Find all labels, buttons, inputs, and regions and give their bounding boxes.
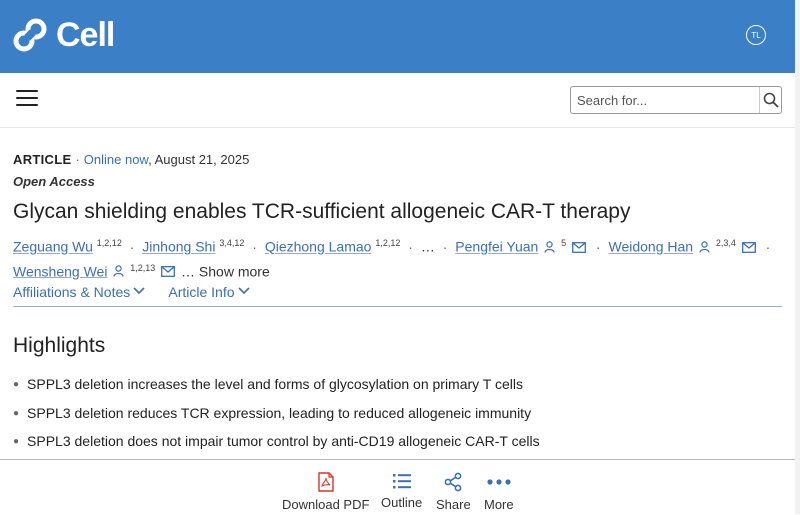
outline-button[interactable]: Outline xyxy=(381,472,422,510)
author-link[interactable]: Qiezhong Lamao xyxy=(265,239,372,255)
list-item: ● SPPL3 deletion does not impair tumor co… xyxy=(13,433,540,462)
highlight-text: SPPL3 deletion reduces TCR expression, l… xyxy=(27,404,532,421)
affiliations-notes-label: Affiliations & Notes xyxy=(13,284,131,300)
email-icon[interactable] xyxy=(741,241,756,253)
author-link[interactable]: Zeguang Wu xyxy=(13,239,93,255)
person-icon xyxy=(544,240,555,253)
author-link[interactable]: Pengfei Yuan xyxy=(455,239,538,255)
scrollbar-track[interactable] xyxy=(795,0,800,514)
bullet-icon: ● xyxy=(13,436,20,447)
author-affiliation: 1,2,13 xyxy=(130,262,156,273)
list-item: ● SPPL3 deletion reduces TCR expression, … xyxy=(13,405,540,434)
article-meta: ARTICLE · Online now, August 21, 2025 xyxy=(13,152,250,167)
hamburger-menu-icon[interactable] xyxy=(16,90,38,106)
author-affiliation: 2,3,4 xyxy=(715,238,736,248)
article-info-button[interactable]: Article Info xyxy=(168,284,250,300)
outline-list-icon xyxy=(392,474,411,489)
highlights-heading: Highlights xyxy=(13,334,106,357)
more-label: More xyxy=(484,497,514,512)
online-now-link[interactable]: Online now xyxy=(84,152,148,167)
author-link[interactable]: Weidong Han xyxy=(608,239,693,255)
share-label: Share xyxy=(436,497,471,512)
article-title: Glycan shielding enables TCR-sufficient … xyxy=(13,200,631,223)
list-item: ● SPPL3 deletion increases the level and … xyxy=(13,376,540,405)
author-affiliation: 5 xyxy=(561,238,567,248)
more-button[interactable]: More xyxy=(484,472,514,512)
download-pdf-label: Download PDF xyxy=(282,497,370,512)
highlights-list: ● SPPL3 deletion increases the level and … xyxy=(13,376,540,462)
person-icon xyxy=(113,265,124,277)
open-access-label: Open Access xyxy=(13,174,95,189)
cell-logo-icon xyxy=(13,18,47,52)
authors-ellipsis: … xyxy=(420,238,435,255)
publication-date: , August 21, 2025 xyxy=(148,152,250,167)
site-header: Cell TL xyxy=(0,0,795,73)
author-affiliation: 1,2,12 xyxy=(96,238,122,248)
author-link[interactable]: Jinhong Shi xyxy=(142,239,215,255)
highlight-text: SPPL3 deletion increases the level and f… xyxy=(27,376,524,392)
article-info-row: Affiliations & Notes Article Info xyxy=(13,284,270,300)
bullet-icon: ● xyxy=(13,379,20,390)
author-link[interactable]: Wensheng Wei xyxy=(13,263,107,279)
show-more-authors-button[interactable]: … Show more xyxy=(181,263,270,279)
author-affiliation: 3,4,12 xyxy=(219,238,245,248)
email-icon[interactable] xyxy=(572,241,586,253)
user-account-icon[interactable]: TL xyxy=(746,25,766,45)
cell-logo[interactable]: Cell xyxy=(12,15,115,55)
search-input[interactable] xyxy=(571,87,759,113)
chevron-down-icon xyxy=(133,287,145,295)
affiliations-notes-button[interactable]: Affiliations & Notes xyxy=(13,284,145,300)
article-type: ARTICLE xyxy=(13,152,72,167)
person-icon xyxy=(699,240,710,253)
email-icon[interactable] xyxy=(161,266,176,278)
search-box xyxy=(570,86,782,114)
share-button[interactable]: Share xyxy=(436,472,471,512)
outline-label: Outline xyxy=(381,495,423,510)
search-button[interactable] xyxy=(759,87,781,113)
brand-name: Cell xyxy=(56,15,115,54)
bottom-toolbar: Download PDF Outline Share More xyxy=(0,459,795,515)
pdf-icon xyxy=(318,472,334,492)
search-icon xyxy=(763,92,779,108)
section-divider xyxy=(13,306,782,307)
bullet-icon: ● xyxy=(13,407,20,419)
more-dots-icon xyxy=(487,479,511,485)
author-list: Zeguang Wu 1,2,12 · Jinhong Shi 3,4,12 ·… xyxy=(13,238,771,280)
highlight-text: SPPL3 deletion does not impair tumor con… xyxy=(27,433,540,449)
chevron-down-icon xyxy=(237,287,250,295)
author-affiliation: 1,2,12 xyxy=(375,238,401,248)
download-pdf-button[interactable]: Download PDF xyxy=(282,472,369,512)
share-icon xyxy=(444,472,462,492)
article-info-label: Article Info xyxy=(168,284,235,300)
